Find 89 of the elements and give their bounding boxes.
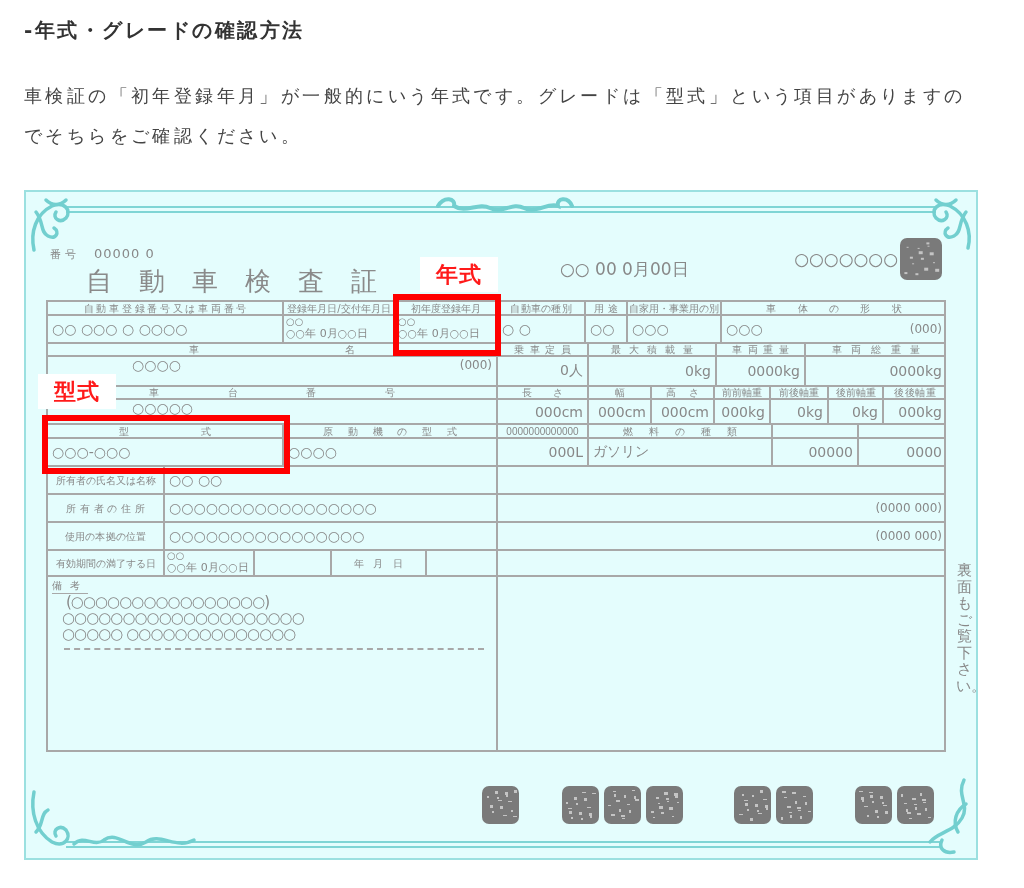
field-label: 原動機の型式 [323,425,472,437]
field-label: 車体の形状 [766,302,924,314]
stamp-icon [900,238,942,280]
field-label: 初年度登録年月 [411,302,481,314]
remarks-line: ○○○○○○○○○○○○○○○○○○○○ [62,610,304,626]
field-label: 所有者の氏名又は名称 [55,474,156,486]
cell-text: ○○ ○○ [169,472,223,488]
stamp-icon [562,786,599,824]
cell-text: 000cm [660,403,709,420]
stamp-icon [646,786,683,824]
era-text: ○○ [398,317,416,327]
stamp-icon [776,786,813,824]
cell-text: 000kg [721,403,765,420]
field-label: 高さ [666,387,711,398]
section-heading: -年式・グレードの確認方法 [24,17,306,44]
field-label: 前後軸重 [778,387,820,398]
field-label: 燃料の種類 [623,425,753,437]
cell-text: 0人 [560,362,583,380]
era-text: ○○ [286,317,304,327]
stamp-icon [604,786,641,824]
remarks-line: ○○○○○ ○○○○○○○○○○○○○○ [62,626,297,642]
era-text: ○○ [167,551,185,561]
flourish-drawing [932,198,971,250]
field-label: 有効期間の満了する日 [55,557,156,569]
field-label: 前前軸重 [722,387,762,398]
field-label: 長さ [521,387,586,398]
number-label: 番号 [50,247,80,262]
cell-text: ○○年 0月○○日 [167,561,249,575]
stamp-icon [855,786,892,824]
cell-note: (000) [909,322,942,336]
field-label: 登録年月日/交付年月日 [287,302,391,314]
field-label: 乗車定員 [513,344,578,355]
serial-number: ○○○○○○○ [794,249,898,269]
cell-text: 0kg [797,403,823,420]
field-label: 用途 [593,302,624,314]
cell-text: ガソリン [593,443,649,461]
field-label: 年 月 日 [353,557,407,569]
cell-text: 0000 [906,444,942,460]
cell-text: 0000kg [889,363,942,379]
cell-text: ○○ ○○○ ○ ○○○○ [52,321,188,337]
body-text: 車検証の「初年登録年月」が一般的にいう年式です。グレードは「型式」という項目がありますのでそちらをご確認ください。 [24,84,967,148]
field-label: 型式 [118,425,284,437]
cell-text: 000cm [534,403,583,420]
cell-text: ○○○○○ [132,400,194,416]
cell-text: ○○ [590,321,615,337]
field-label: 車両重量 [732,344,795,355]
cell-note: (0000 000) [875,529,942,543]
cell-note: (0000 000) [875,501,942,515]
field-label: 所有者の住所 [66,502,149,514]
cell-text: 0000kg [747,363,800,379]
field-label: 車名 [188,344,503,355]
remarks-line: (○○○○○○○○○○○○○○○○) [65,594,271,610]
field-label: 自動車の種別 [510,302,572,314]
field-label: 車両総重量 [831,344,930,355]
cell-text: ○○○-○○○ [52,444,131,460]
cell-text: 000L [548,444,583,460]
cell-text: 000cm [597,403,646,420]
cell-text: 0kg [685,363,711,379]
highlight-label: 年式 [420,257,498,292]
cell-text: ○ ○ [502,321,531,337]
certificate-title: 自動車検査証 [86,266,404,296]
cell-text: 00000 [808,444,853,460]
stamp-icon [482,786,519,824]
field-label: 幅 [614,387,659,398]
remarks-label: 備考 [52,579,88,594]
field-label: 最大積載量 [611,344,701,355]
cell-note: (000) [459,357,492,373]
side-note: 裏面もご覧下さい。 [956,562,974,697]
cell-text: ○○○○○○○○○○○○○○○○○ [169,500,377,516]
stamp-icon [734,786,771,824]
cell-text: 0000000000000 [506,425,579,437]
field-label: 後後軸重 [893,387,938,398]
cell-text: ○○○○ [132,357,181,373]
field-label: 車台番号 [149,387,463,398]
highlight-label: 型式 [38,374,116,409]
field-label: 使用の本拠の位置 [64,530,147,542]
cell-text: 000kg [898,403,942,420]
cell-text: 0kg [852,403,878,420]
certificate-number: 00000 0 [94,246,155,261]
issue-date: ○○ 00 0月00日 [560,258,689,281]
cell-text: ○○年 0月○○日 [286,327,368,341]
stamp-icon [897,786,934,824]
field-label: 自家用・事業用の別 [629,302,719,314]
field-label: 自動車登録番号又は車両番号 [83,302,249,314]
field-label: 後前軸重 [835,387,876,398]
cell-text: ○○年 0月○○日 [398,327,480,341]
cell-text: ○○○ [726,321,763,337]
cell-text: ○○○○○○○○○○○○○○○○ [169,528,365,544]
cell-text: ○○○ [632,321,669,337]
